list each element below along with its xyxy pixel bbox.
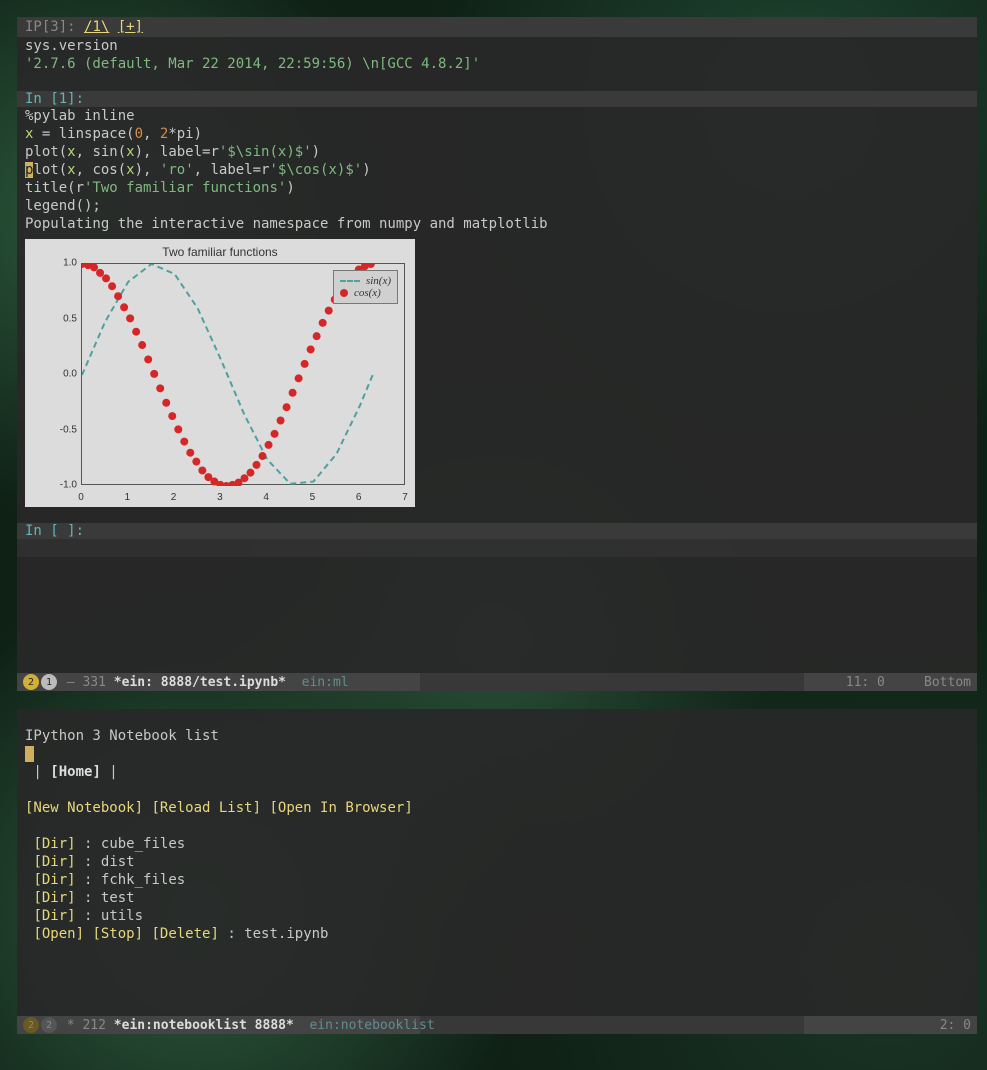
tab-indicator[interactable]: /1\	[84, 19, 109, 35]
legend-line-icon	[340, 280, 360, 282]
open-in-browser-button[interactable]: [Open In Browser]	[269, 800, 412, 816]
reload-list-button[interactable]: [Reload List]	[151, 800, 261, 816]
chart-title: Two familiar functions	[25, 245, 415, 259]
input-prompt-1: In [1]:	[17, 91, 977, 107]
legend-dot-icon	[340, 289, 348, 297]
stop-file-button[interactable]: [Stop]	[92, 926, 143, 942]
plot-axes: sin(x) cos(x)	[81, 263, 405, 485]
badge-1-icon: 1	[41, 674, 57, 690]
legend: sin(x) cos(x)	[333, 270, 398, 304]
delete-file-button[interactable]: [Delete]	[151, 926, 218, 942]
dir-link[interactable]: [Dir]	[33, 854, 75, 870]
dir-link[interactable]: [Dir]	[33, 872, 75, 888]
empty-cell[interactable]	[17, 539, 977, 557]
home-link[interactable]: [Home]	[50, 764, 101, 780]
dir-link[interactable]: [Dir]	[33, 908, 75, 924]
major-mode-2: ein:notebooklist	[294, 1018, 435, 1033]
buffer-header: IP[3]: /1\ [+]	[17, 17, 977, 37]
new-notebook-button[interactable]: [New Notebook]	[25, 800, 143, 816]
ip-label: IP[3]:	[25, 19, 84, 35]
dir-link[interactable]: [Dir]	[33, 836, 75, 852]
scroll-pos: Bottom	[924, 675, 971, 690]
modeline-bottom: 22 * 212 *ein:notebooklist 8888* ein:not…	[17, 1016, 977, 1034]
plot-output: Two familiar functions sin(x) cos(x) -1.…	[25, 239, 415, 507]
cursor-nblist	[25, 746, 34, 762]
open-file-button[interactable]: [Open]	[33, 926, 84, 942]
badge-2-dim-icon: 2	[23, 1017, 39, 1033]
legend-entry-sin: sin(x)	[366, 275, 391, 287]
badge-2-icon: 2	[23, 674, 39, 690]
buffer-name: *ein: 8888/test.ipynb*	[114, 675, 286, 690]
legend-entry-cos: cos(x)	[354, 287, 381, 299]
cursor-pos: 11: 0	[846, 675, 885, 690]
badge-2-dim2-icon: 2	[41, 1017, 57, 1033]
modeline-top: 21 – 331 *ein: 8888/test.ipynb* ein:ml11…	[17, 673, 977, 691]
output-cell-0: sys.version '2.7.6 (default, Mar 22 2014…	[17, 37, 977, 73]
input-prompt-empty: In [ ]:	[17, 523, 977, 539]
add-tab[interactable]: [+]	[118, 19, 143, 35]
buffer-name-2: *ein:notebooklist 8888*	[114, 1018, 294, 1033]
notebook-pane: IP[3]: /1\ [+] sys.version '2.7.6 (defau…	[17, 17, 977, 691]
major-mode: ein:ml	[286, 675, 349, 690]
dir-link[interactable]: [Dir]	[33, 890, 75, 906]
code-cell-1[interactable]: %pylab inline x = linspace(0, 2*pi) plot…	[17, 107, 977, 233]
nblist-title: IPython 3 Notebook list	[25, 728, 219, 744]
notebooklist-pane: IPython 3 Notebook list | [Home] | [New …	[17, 709, 977, 1034]
cursor-pos-2: 2: 0	[940, 1018, 971, 1033]
